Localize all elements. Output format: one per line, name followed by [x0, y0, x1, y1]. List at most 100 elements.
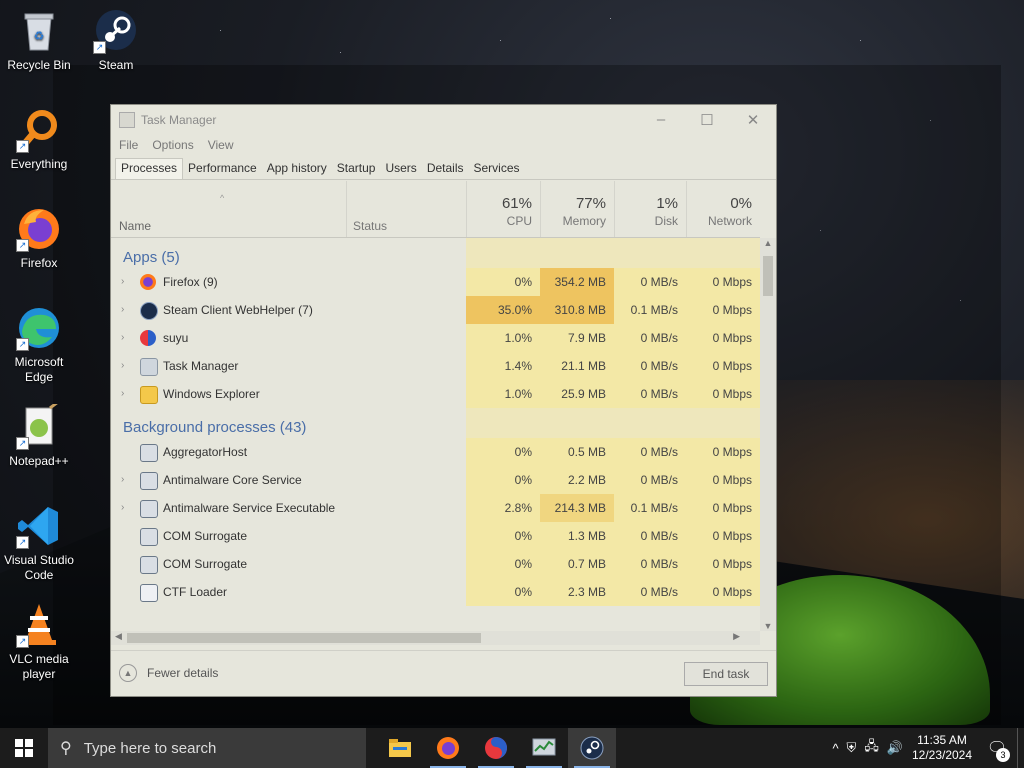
desktop-icon-vscode[interactable]: ↗ Visual Studio Code	[1, 503, 77, 583]
expand-chevron-icon[interactable]: ›	[121, 296, 124, 324]
process-memory: 2.3 MB	[540, 578, 614, 606]
scroll-down-icon[interactable]: ▼	[760, 621, 776, 631]
process-network: 0 Mbps	[686, 324, 760, 352]
menu-options[interactable]: Options	[152, 138, 193, 152]
chevron-up-icon[interactable]: ^	[832, 741, 838, 756]
security-icon[interactable]: ⛨	[847, 740, 857, 756]
vlc-icon: ↗	[16, 602, 62, 648]
process-row[interactable]: 0% 1.3 MB 0 MB/s 0 Mbps COM Surrogate	[111, 522, 760, 550]
desktop-icon-vlc[interactable]: ↗ VLC media player	[1, 602, 77, 682]
process-disk: 0 MB/s	[614, 268, 686, 296]
taskbar-steam[interactable]	[568, 728, 616, 768]
process-row[interactable]: 0% 354.2 MB 0 MB/s 0 Mbps › Firefox (9)	[111, 268, 760, 296]
process-disk: 0 MB/s	[614, 522, 686, 550]
column-memory[interactable]: 77% Memory	[540, 181, 614, 237]
horizontal-scrollbar[interactable]: ◀ ▶	[111, 631, 760, 645]
close-button[interactable]: ✕	[730, 111, 776, 129]
process-name: Steam Client WebHelper (7)	[163, 303, 313, 317]
desktop-icon-recycle-bin[interactable]: ♻ Recycle Bin	[1, 8, 77, 73]
desktop-icon-label: Visual Studio Code	[4, 553, 74, 582]
expand-chevron-icon[interactable]: ›	[121, 324, 124, 352]
task-manager-icon	[532, 738, 556, 756]
fewer-details-button[interactable]: ▲ Fewer details	[119, 664, 218, 682]
search-box[interactable]: ⚲ Type here to search	[48, 728, 366, 768]
process-disk: 0 MB/s	[614, 438, 686, 466]
process-row[interactable]: 35.0% 310.8 MB 0.1 MB/s 0 Mbps › Steam Client…	[111, 296, 760, 324]
process-network: 0 Mbps	[686, 438, 760, 466]
process-row[interactable]: 0% 2.3 MB 0 MB/s 0 Mbps CTF Loader	[111, 578, 760, 606]
scroll-right-icon[interactable]: ▶	[733, 631, 740, 642]
group-header[interactable]: Background processes (43)	[111, 408, 760, 438]
expand-chevron-icon[interactable]: ›	[121, 380, 124, 408]
title-bar[interactable]: Task Manager – ☐ ✕	[111, 105, 776, 135]
taskbar-firefox[interactable]	[424, 728, 472, 768]
vertical-scrollbar[interactable]: ▲ ▼	[760, 238, 776, 631]
process-row[interactable]: 1.0% 25.9 MB 0 MB/s 0 Mbps › Windows Explorer	[111, 380, 760, 408]
maximize-button[interactable]: ☐	[684, 111, 730, 129]
search-icon: ⚲	[60, 740, 72, 757]
expand-chevron-icon[interactable]: ›	[121, 352, 124, 380]
tab-startup[interactable]: Startup	[332, 161, 381, 179]
tab-performance[interactable]: Performance	[183, 161, 262, 179]
column-network[interactable]: 0% Network	[686, 181, 760, 237]
taskbar-suyu[interactable]	[472, 728, 520, 768]
process-network: 0 Mbps	[686, 494, 760, 522]
menu-view[interactable]: View	[208, 138, 234, 152]
group-header[interactable]: Apps (5)	[111, 238, 760, 268]
expand-chevron-icon[interactable]: ›	[121, 494, 124, 522]
desktop-icon-firefox[interactable]: ↗ Firefox	[1, 206, 77, 271]
process-row[interactable]: 0% 0.5 MB 0 MB/s 0 Mbps AggregatorHost	[111, 438, 760, 466]
desktop-icon-edge[interactable]: ↗ Microsoft Edge	[1, 305, 77, 385]
process-name: AggregatorHost	[163, 445, 248, 459]
process-row[interactable]: 1.4% 21.1 MB 0 MB/s 0 Mbps › Task Manager	[111, 352, 760, 380]
tab-processes[interactable]: Processes	[115, 158, 184, 179]
process-network: 0 Mbps	[686, 380, 760, 408]
expand-chevron-icon[interactable]: ›	[121, 268, 124, 296]
show-desktop-button[interactable]	[1017, 728, 1024, 768]
tab-services[interactable]: Services	[469, 161, 525, 179]
process-name: COM Surrogate	[163, 529, 248, 543]
scroll-up-icon[interactable]: ▲	[760, 238, 776, 248]
column-cpu[interactable]: 61% CPU	[466, 181, 540, 237]
process-name: Antimalware Service Executable	[163, 501, 336, 515]
footer: ▲ Fewer details End task	[111, 650, 776, 697]
process-row[interactable]: 1.0% 7.9 MB 0 MB/s 0 Mbps › suyu	[111, 324, 760, 352]
end-task-button[interactable]: End task	[684, 662, 768, 686]
process-name: suyu	[163, 331, 189, 345]
process-cpu: 0%	[466, 466, 540, 494]
scroll-thumb[interactable]	[763, 256, 773, 296]
expand-chevron-icon[interactable]: ›	[121, 466, 124, 494]
notification-count: 3	[996, 748, 1010, 762]
volume-icon[interactable]: 🔊	[887, 740, 903, 756]
tab-details[interactable]: Details	[422, 161, 469, 179]
process-row[interactable]: 2.8% 214.3 MB 0.1 MB/s 0 Mbps › Antimalware S…	[111, 494, 760, 522]
column-status[interactable]: Status	[346, 181, 466, 237]
tab-app-history[interactable]: App history	[262, 161, 332, 179]
disk-total: 1%	[656, 195, 678, 212]
hscroll-thumb[interactable]	[127, 633, 481, 643]
process-row[interactable]: 0% 0.7 MB 0 MB/s 0 Mbps COM Surrogate	[111, 550, 760, 578]
process-row[interactable]: 0% 2.2 MB 0 MB/s 0 Mbps › Antimalware Core Se…	[111, 466, 760, 494]
process-cpu: 1.4%	[466, 352, 540, 380]
tab-users[interactable]: Users	[380, 161, 421, 179]
window-title: Task Manager	[141, 113, 217, 127]
network-icon[interactable]: 🖧	[864, 737, 879, 759]
scroll-left-icon[interactable]: ◀	[115, 631, 122, 642]
column-name[interactable]: Name	[119, 219, 151, 233]
menu-file[interactable]: File	[119, 138, 138, 152]
process-memory: 1.3 MB	[540, 522, 614, 550]
edge-icon: ↗	[16, 305, 62, 351]
column-disk[interactable]: 1% Disk	[614, 181, 686, 237]
notification-center-button[interactable]: 🗨 3	[977, 738, 1017, 762]
clock[interactable]: 11:35 AM 12/23/2024	[907, 733, 977, 763]
process-memory: 214.3 MB	[540, 494, 614, 522]
desktop-icon-everything[interactable]: ↗ Everything	[1, 107, 77, 172]
desktop-icon-steam[interactable]: ↗ Steam	[78, 8, 154, 73]
minimize-button[interactable]: –	[638, 111, 684, 129]
taskbar-task-manager[interactable]	[520, 728, 568, 768]
firefox-icon: ↗	[16, 206, 62, 252]
start-button[interactable]	[0, 728, 48, 768]
desktop-icon-notepadpp[interactable]: ↗ Notepad++	[1, 400, 77, 469]
service-icon	[140, 556, 158, 574]
taskbar-file-explorer[interactable]	[376, 728, 424, 768]
